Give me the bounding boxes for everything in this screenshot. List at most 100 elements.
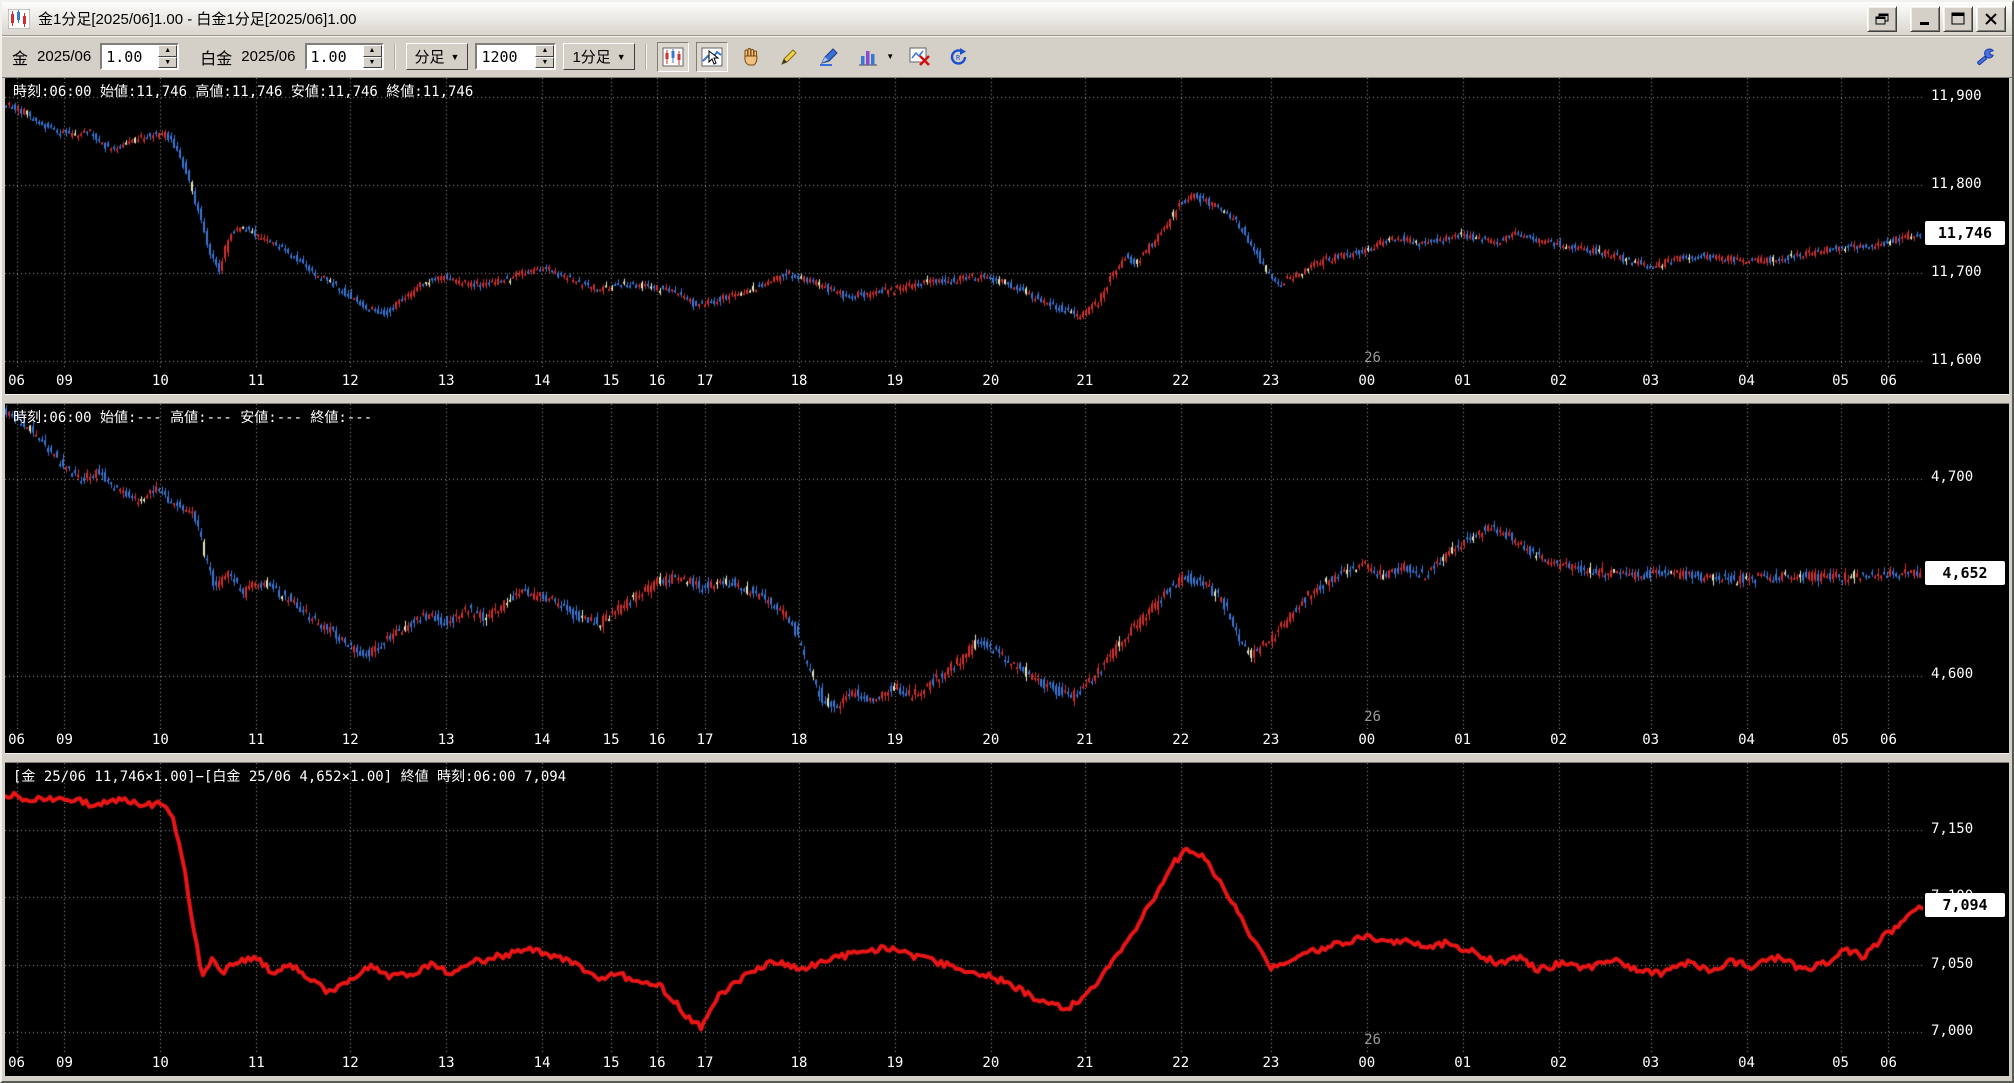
x-axis-label: 06 (8, 1055, 25, 1071)
marker-tool-button[interactable] (812, 41, 845, 72)
platinum-plot-area: 時刻:06:00 始値:--- 高値:--- 安値:--- 終値:--- 26 (5, 403, 1923, 729)
panel-splitter[interactable] (5, 393, 2009, 404)
platinum-multiplier-down-button[interactable]: ▼ (362, 56, 382, 68)
x-axis-label: 11 (247, 1055, 265, 1071)
x-axis-label: 06 (1880, 372, 1897, 389)
x-axis-label: 15 (602, 731, 620, 748)
platinum-last-price-badge: 4,652 (1925, 561, 2005, 585)
x-axis-label: 13 (437, 372, 455, 389)
x-axis-label: 17 (696, 731, 714, 748)
interval-dropdown[interactable]: 1分足 ▼ (563, 43, 635, 70)
x-axis-label: 04 (1738, 372, 1755, 389)
settings-button[interactable] (1970, 41, 2002, 72)
platinum-multiplier-input[interactable] (306, 45, 363, 68)
x-axis-label: 10 (151, 372, 169, 389)
close-button[interactable] (1976, 5, 2006, 32)
pointer-tool-icon (701, 47, 723, 66)
spread-chart-canvas[interactable] (5, 762, 1923, 1052)
x-axis-label: 06 (1880, 731, 1897, 748)
spread-formula-readout: [金 25/06 11,746×1.00]−[白金 25/06 4,652×1.… (13, 768, 567, 785)
y-axis-label: 7,050 (1931, 955, 1974, 972)
x-axis-label: 13 (437, 1055, 455, 1071)
y-axis-label: 7,000 (1931, 1022, 1974, 1039)
x-axis-label: 06 (8, 731, 25, 748)
gold-multiplier-spinner: ▲ ▼ (100, 43, 180, 70)
spread-plot-area: [金 25/06 11,746×1.00]−[白金 25/06 4,652×1.… (5, 762, 1923, 1052)
y-axis-label: 7,150 (1931, 821, 1974, 838)
titlebar[interactable]: 金1分足[2025/06]1.00 - 白金1分足[2025/06]1.00 (2, 2, 2012, 36)
spinner-down-icon: ▼ (368, 58, 376, 66)
bar-count-spinner: ▲ ▼ (475, 43, 557, 70)
gold-chart-panel: 時刻:06:00 始値:11,746 高値:11,746 安値:11,746 終… (5, 78, 2009, 394)
date-marker: 26 (1364, 349, 1381, 366)
x-axis-label: 16 (648, 1055, 666, 1071)
gold-chart-canvas[interactable] (5, 78, 1923, 370)
gold-multiplier-down-button[interactable]: ▼ (158, 56, 178, 68)
x-axis-label: 20 (982, 1055, 1000, 1071)
app-window: 金1分足[2025/06]1.00 - 白金1分足[2025/06]1.00 金… (0, 0, 2014, 1083)
panel-splitter[interactable] (5, 752, 2009, 763)
bar-chart-dropdown-arrow[interactable]: ▼ (884, 42, 897, 72)
platinum-chart-canvas[interactable] (5, 403, 1923, 729)
minimize-button[interactable] (1910, 5, 1940, 32)
x-axis-label: 19 (886, 1055, 904, 1071)
date-marker: 26 (1364, 708, 1381, 725)
bar-chart-tool-button[interactable] (851, 41, 884, 72)
bar-type-label: 分足 (414, 49, 445, 66)
bar-type-dropdown[interactable]: 分足 ▼ (405, 43, 469, 70)
x-axis-label: 23 (1262, 372, 1280, 389)
bar-count-input[interactable] (477, 45, 536, 68)
gold-ohlc-readout: 時刻:06:00 始値:11,746 高値:11,746 安値:11,746 終… (13, 84, 474, 100)
refresh-button[interactable]: R (942, 41, 975, 72)
x-axis-label: 16 (648, 731, 666, 748)
spinner-down-icon: ▼ (164, 58, 172, 66)
x-axis-label: 19 (886, 372, 904, 389)
chart-stack: 時刻:06:00 始値:11,746 高値:11,746 安値:11,746 終… (2, 78, 2012, 1081)
spinner-up-icon: ▲ (368, 47, 376, 55)
x-axis-label: 03 (1642, 372, 1660, 389)
bar-count-up-button[interactable]: ▲ (535, 45, 555, 57)
date-marker: 26 (1364, 1032, 1381, 1048)
pointer-tool-button[interactable] (695, 41, 728, 72)
x-axis-label: 15 (602, 372, 620, 389)
x-axis-label: 18 (790, 372, 808, 389)
bar-count-down-button[interactable]: ▼ (535, 56, 555, 68)
svg-text:R: R (956, 54, 961, 62)
x-axis-label: 02 (1550, 731, 1568, 748)
marker-tool-icon (819, 47, 838, 66)
x-axis-label: 22 (1172, 372, 1190, 389)
gold-symbol-label: 金 (12, 50, 29, 68)
maximize-button[interactable] (1943, 5, 1973, 32)
candle-chart-tool-button[interactable] (656, 41, 689, 72)
x-axis-label: 21 (1076, 372, 1094, 389)
y-axis-label: 11,600 (1931, 352, 1982, 369)
x-axis-label: 09 (56, 1055, 73, 1071)
x-axis-label: 03 (1642, 1055, 1660, 1071)
chart-delete-tool-button[interactable] (903, 41, 936, 72)
y-axis-label: 11,700 (1931, 264, 1982, 281)
platinum-y-axis: 4,652 4,700 4,600 (1923, 403, 2009, 753)
dropdown-arrow-icon: ▼ (450, 51, 460, 62)
restore-child-window-button[interactable] (1867, 5, 1897, 32)
gold-multiplier-input[interactable] (102, 45, 159, 68)
pencil-tool-button[interactable] (773, 41, 806, 72)
platinum-multiplier-up-button[interactable]: ▲ (362, 45, 382, 57)
platinum-contract-month: 2025/06 (241, 48, 296, 65)
platinum-chart-panel: 時刻:06:00 始値:--- 高値:--- 安値:--- 終値:--- 26 … (5, 403, 2009, 753)
gold-last-price-badge: 11,746 (1925, 220, 2005, 245)
x-axis-label: 06 (8, 372, 25, 389)
x-axis-label: 22 (1172, 731, 1190, 748)
y-axis-label: 4,700 (1931, 469, 1974, 486)
gold-x-axis: 06 09 10 11 12 13 14 15 16 17 18 19 20 21 22 23 00 01 02 03… (5, 369, 1923, 394)
hand-tool-button[interactable] (734, 41, 767, 72)
x-axis-label: 02 (1550, 1055, 1568, 1071)
gold-multiplier-up-button[interactable]: ▲ (158, 45, 178, 57)
spinner-up-icon: ▲ (541, 47, 549, 55)
platinum-symbol-label: 白金 (200, 50, 233, 68)
platinum-ohlc-readout: 時刻:06:00 始値:--- 高値:--- 安値:--- 終値:--- (13, 409, 373, 426)
y-axis-label: 11,800 (1931, 176, 1982, 193)
refresh-icon: R (950, 47, 966, 65)
x-axis-label: 02 (1550, 372, 1568, 389)
x-axis-label: 23 (1262, 731, 1280, 748)
x-axis-label: 05 (1832, 372, 1849, 389)
